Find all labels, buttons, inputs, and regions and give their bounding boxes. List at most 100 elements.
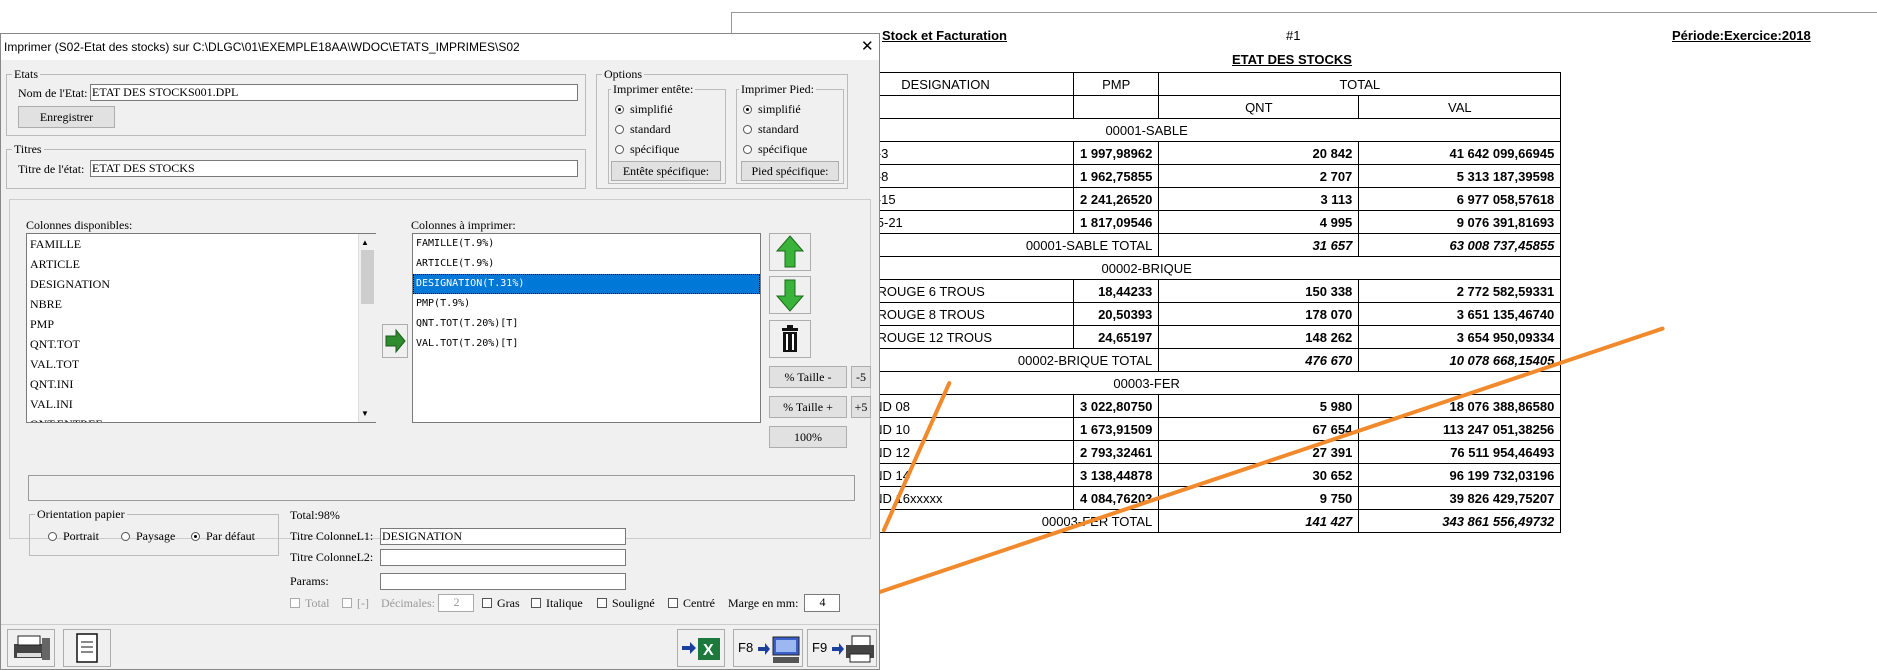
f9-print-button[interactable]: F9 — [807, 629, 877, 667]
orientation-defaut-radio[interactable]: Par défaut — [191, 529, 255, 544]
colonne-dispo-item[interactable]: DESIGNATION — [27, 274, 375, 294]
group-total-val: 10 078 668,15405 — [1358, 348, 1562, 372]
nom-etat-input[interactable]: ETAT DES STOCKS001.DPL — [90, 84, 578, 101]
cell-pmp: 3 138,44878 — [1072, 463, 1160, 487]
cell-val: 76 511 954,46493 — [1358, 440, 1562, 464]
cell-val: 9 076 391,81693 — [1358, 210, 1562, 234]
cell-qnt: 178 070 — [1158, 302, 1360, 326]
colonnes-dispo-scrollbar[interactable]: ▲ ▼ — [358, 234, 376, 422]
col-header-val: VAL — [1358, 95, 1562, 119]
titre-etat-input[interactable]: ETAT DES STOCKS — [90, 160, 578, 177]
italique-checkbox[interactable]: Italique — [531, 596, 583, 611]
orientation-portrait-radio[interactable]: Portrait — [48, 529, 99, 544]
orientation-paysage-radio[interactable]: Paysage — [121, 529, 175, 544]
pied-simplifie-label: simplifié — [758, 102, 801, 116]
taille-plus-button[interactable]: % Taille + — [769, 396, 847, 418]
colonne-imp-item[interactable]: QNT.TOT(T.20%)[T] — [413, 314, 760, 334]
titre-etat-label: Titre de l'état: — [18, 162, 85, 176]
titre-col1-input[interactable]: DESIGNATION — [380, 528, 626, 545]
report-page-number: #1 — [1286, 28, 1301, 43]
step-plus-button[interactable]: +5 — [851, 396, 871, 418]
centre-checkbox-label: Centré — [683, 596, 715, 610]
colonne-imp-item[interactable]: PMP(T.9%) — [413, 294, 760, 314]
cell-qnt: 3 113 — [1158, 187, 1360, 211]
colonne-dispo-item[interactable]: PMP — [27, 314, 375, 334]
document-button[interactable] — [63, 629, 111, 667]
step-minus-button[interactable]: -5 — [851, 366, 871, 388]
cell-val: 6 977 058,57618 — [1358, 187, 1562, 211]
total-percent: Total:98% — [290, 508, 340, 522]
move-up-button[interactable] — [769, 233, 811, 271]
orientation-legend: Orientation papier — [35, 507, 127, 522]
colonne-imp-item[interactable]: VAL.TOT(T.20%)[T] — [413, 334, 760, 354]
orientation-defaut-label: Par défaut — [206, 529, 255, 543]
colonnes-imp-list[interactable]: FAMILLE(T.9%) ARTICLE(T.9%) DESIGNATION(T.… — [412, 233, 761, 423]
entete-specifique-button[interactable]: Entête spécifique: — [611, 161, 721, 181]
colonne-imp-item[interactable]: ARTICLE(T.9%) — [413, 254, 760, 274]
colonne-dispo-item[interactable]: QNT.ENTREE — [27, 414, 375, 422]
gras-checkbox[interactable]: Gras — [482, 596, 520, 611]
cell-pmp: 20,50393 — [1072, 302, 1160, 326]
total-checkbox[interactable]: Total — [290, 596, 330, 611]
titres-legend: Titres — [12, 142, 44, 157]
scroll-up-icon[interactable]: ▲ — [361, 238, 369, 247]
cell-val: 96 199 732,03196 — [1358, 463, 1562, 487]
dialog-title: Imprimer (S02-Etat des stocks) sur C:\DL… — [4, 40, 520, 54]
report-title: ETAT DES STOCKS — [1232, 52, 1352, 67]
cell-pmp: 3 022,80750 — [1072, 394, 1160, 418]
arrow-down-icon — [775, 279, 805, 312]
colonnes-dispo-list[interactable]: FAMILLE ARTICLE DESIGNATION NBRE PMP QNT.TOT V… — [26, 233, 376, 423]
params-input[interactable] — [380, 573, 626, 590]
colonne-dispo-item[interactable]: QNT.TOT — [27, 334, 375, 354]
cell-pmp: 1 962,75855 — [1072, 164, 1160, 188]
pied-specifique-button[interactable]: Pied spécifique: — [741, 161, 839, 181]
cell-qnt: 4 995 — [1158, 210, 1360, 234]
cell-pmp: 1 997,98962 — [1072, 141, 1160, 165]
f8-preview-button[interactable]: F8 — [733, 629, 803, 667]
pied-specifique-radio[interactable]: spécifique — [743, 142, 807, 157]
cell-val: 3 654 950,09334 — [1358, 325, 1562, 349]
close-icon[interactable]: ✕ — [861, 34, 874, 60]
printer-settings-button[interactable] — [7, 629, 55, 667]
scroll-down-icon[interactable]: ▼ — [361, 409, 369, 418]
marge-label: Marge en mm: — [728, 596, 799, 610]
taille-100-button[interactable]: 100% — [769, 426, 847, 448]
export-excel-button[interactable]: X — [677, 629, 725, 667]
cell-val: 2 772 582,59331 — [1358, 279, 1562, 303]
delete-column-button[interactable] — [769, 320, 811, 358]
colonne-dispo-item[interactable]: QNT.INI — [27, 374, 375, 394]
pied-simplifie-radio[interactable]: simplifié — [743, 102, 801, 117]
col-header-blank — [1072, 95, 1160, 119]
titre-col2-label: Titre ColonneL2: — [290, 550, 374, 564]
move-down-button[interactable] — [769, 276, 811, 314]
marge-spinner[interactable]: 4 — [804, 594, 840, 612]
colonne-dispo-item[interactable]: VAL.TOT — [27, 354, 375, 374]
colonne-imp-item[interactable]: FAMILLE(T.9%) — [413, 234, 760, 254]
dialog-titlebar[interactable]: Imprimer (S02-Etat des stocks) sur C:\DL… — [1, 34, 879, 60]
cell-qnt: 67 654 — [1158, 417, 1360, 441]
enregistrer-button[interactable]: Enregistrer — [18, 106, 115, 128]
cell-pmp: 1 817,09546 — [1072, 210, 1160, 234]
titre-col2-input[interactable] — [380, 549, 626, 566]
centre-checkbox[interactable]: Centré — [668, 596, 715, 611]
taille-minus-button[interactable]: % Taille - — [769, 366, 847, 388]
decimales-spinner[interactable]: 2 — [438, 594, 474, 612]
cell-val: 3 651 135,46740 — [1358, 302, 1562, 326]
entete-simplifie-radio[interactable]: simplifié — [615, 102, 673, 117]
colonne-dispo-item[interactable]: VAL.INI — [27, 394, 375, 414]
bracket-checkbox[interactable]: [-] — [342, 596, 369, 611]
colonne-dispo-item[interactable]: ARTICLE — [27, 254, 375, 274]
cell-val: 39 826 429,75207 — [1358, 486, 1562, 510]
colonne-dispo-item[interactable]: FAMILLE — [27, 234, 375, 254]
colonne-dispo-item[interactable]: NBRE — [27, 294, 375, 314]
entete-specifique-radio[interactable]: spécifique — [615, 142, 679, 157]
pied-standard-radio[interactable]: standard — [743, 122, 799, 137]
trash-icon — [782, 325, 798, 352]
entete-standard-radio[interactable]: standard — [615, 122, 671, 137]
add-column-button[interactable] — [382, 324, 408, 358]
scroll-thumb[interactable] — [361, 250, 374, 304]
souligne-checkbox[interactable]: Souligné — [597, 596, 655, 611]
col-header-qnt: QNT — [1158, 95, 1360, 119]
cell-qnt: 2 707 — [1158, 164, 1360, 188]
colonne-imp-item[interactable]: DESIGNATION(T.31%) — [413, 274, 760, 294]
